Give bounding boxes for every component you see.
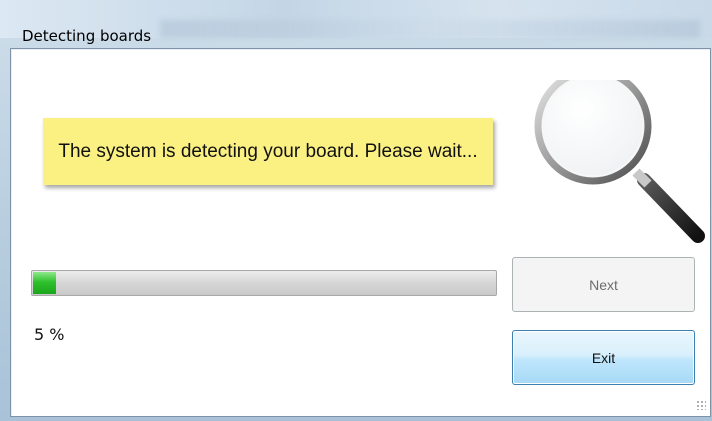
next-button[interactable]: Next [512, 257, 695, 312]
status-message: The system is detecting your board. Plea… [43, 118, 493, 185]
blurred-background-titlebar [160, 20, 700, 38]
progress-fill [33, 272, 56, 294]
title-bar[interactable]: Detecting boards [0, 0, 712, 45]
exit-button-label: Exit [591, 349, 616, 366]
magnifier-handle [637, 173, 705, 243]
next-button-label: Next [589, 276, 618, 293]
dialog-window: Detecting boards The system is detecting… [0, 0, 712, 421]
window-title: Detecting boards [22, 27, 152, 45]
status-message-text: The system is detecting your board. Plea… [58, 141, 478, 162]
progress-bar [31, 270, 497, 296]
exit-button[interactable]: Exit [512, 330, 695, 385]
progress-percent-label: 5 % [34, 325, 65, 344]
magnifying-glass-icon [534, 80, 705, 243]
resize-grip[interactable] [696, 400, 706, 410]
